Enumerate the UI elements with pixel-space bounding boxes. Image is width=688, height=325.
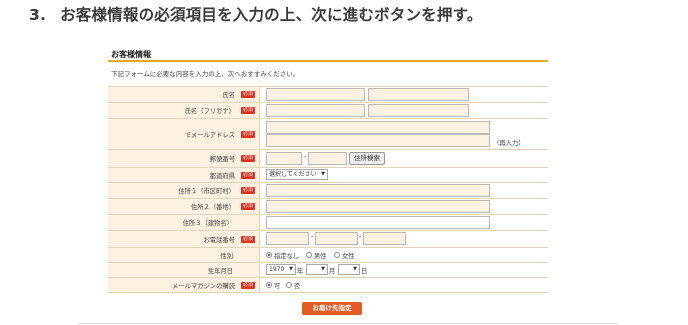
label-kana: 氏名（フリガナ） bbox=[184, 108, 235, 115]
form-table: 氏名 必須 氏名（フリガナ） 必須 Eメールアドレス 必須 （再入力） 郵便番号… bbox=[108, 86, 548, 293]
section-divider bbox=[108, 60, 548, 62]
row-address3: 住所３（建物名） bbox=[108, 215, 548, 231]
section-title: お客様情報 bbox=[111, 50, 151, 59]
zip-second-input[interactable] bbox=[308, 152, 347, 165]
phone-separator-2: - bbox=[359, 233, 362, 241]
newsletter-yes-radio[interactable] bbox=[266, 282, 272, 288]
prefecture-select[interactable]: 選択してください ▼ bbox=[266, 169, 328, 180]
gender-female-radio[interactable] bbox=[334, 252, 340, 258]
email-input[interactable] bbox=[266, 121, 490, 134]
required-badge: 必須 bbox=[240, 155, 255, 162]
gender-male-radio[interactable] bbox=[306, 252, 312, 258]
row-email: Eメールアドレス 必須 （再入力） bbox=[108, 119, 548, 150]
label-address1: 住所１（市区町村） bbox=[178, 188, 235, 195]
newsletter-no-radio[interactable] bbox=[286, 282, 292, 288]
zip-first-input[interactable] bbox=[266, 152, 302, 165]
customer-info-form: お客様情報 下記フォームに必要な内容を入力の上、次へおすすみください。 氏名 必須… bbox=[108, 42, 548, 324]
label-birthday: 生年月日 bbox=[207, 267, 233, 275]
chevron-down-icon: ▼ bbox=[321, 266, 325, 272]
row-gender: 性別 指定なし 男性 女性 bbox=[108, 248, 548, 263]
label-gender: 性別 bbox=[220, 252, 233, 260]
day-unit: 日 bbox=[361, 268, 368, 275]
row-kana: 氏名（フリガナ） 必須 bbox=[108, 103, 548, 119]
chevron-down-icon: ▼ bbox=[321, 171, 325, 177]
phone-third-input[interactable] bbox=[363, 232, 406, 245]
label-address2: 住所２（番地） bbox=[190, 204, 235, 211]
row-phone: お電話番号 必須 - - bbox=[108, 231, 548, 248]
row-zip: 郵便番号 必須 - 住所検索 bbox=[108, 150, 548, 168]
phone-separator-1: - bbox=[311, 233, 314, 241]
row-prefecture: 都道府県 必須 選択してください ▼ bbox=[108, 168, 548, 183]
step-text: お客様情報の必須項目を入力の上、次に進むボタンを押す。 bbox=[60, 6, 483, 24]
form-intro: 下記フォームに必要な内容を入力の上、次へおすすみください。 bbox=[111, 70, 300, 78]
required-badge: 必須 bbox=[240, 187, 255, 194]
address1-input[interactable] bbox=[266, 184, 490, 197]
chevron-down-icon: ▼ bbox=[353, 266, 357, 272]
required-badge: 必須 bbox=[240, 91, 255, 98]
required-badge: 必須 bbox=[240, 130, 255, 138]
email-confirm-note: （再入力） bbox=[493, 140, 525, 147]
required-badge: 必須 bbox=[240, 171, 255, 179]
row-name: 氏名 必須 bbox=[108, 87, 548, 103]
required-badge: 必須 bbox=[240, 281, 255, 289]
label-address3: 住所３（建物名） bbox=[182, 220, 233, 227]
label-prefecture: 都道府県 bbox=[209, 172, 235, 180]
row-address2: 住所２（番地） 必須 bbox=[108, 199, 548, 215]
label-phone: お電話番号 bbox=[203, 236, 235, 244]
month-unit: 月 bbox=[329, 268, 336, 275]
required-badge: 必須 bbox=[240, 107, 255, 114]
chevron-down-icon: ▼ bbox=[289, 266, 293, 272]
birth-year-select[interactable]: 1970 ▼ bbox=[266, 264, 296, 275]
phone-first-input[interactable] bbox=[266, 232, 309, 245]
required-badge: 必須 bbox=[240, 235, 255, 243]
first-name-input[interactable] bbox=[368, 88, 469, 101]
row-birthday: 生年月日 1970 ▼ 年 ▼ 月 ▼ 日 bbox=[108, 263, 548, 278]
label-email: Eメールアドレス bbox=[186, 131, 235, 139]
phone-second-input[interactable] bbox=[315, 232, 358, 245]
row-newsletter: メールマガジンの購読 必須 可 否 bbox=[108, 278, 548, 293]
address2-input[interactable] bbox=[266, 200, 490, 213]
year-unit: 年 bbox=[297, 268, 304, 275]
required-badge: 必須 bbox=[240, 203, 255, 210]
address3-input[interactable] bbox=[266, 216, 490, 229]
newsletter-option-label: 否 bbox=[294, 283, 301, 290]
bottom-divider bbox=[78, 323, 618, 324]
gender-unspecified-radio[interactable] bbox=[266, 252, 272, 258]
row-address1: 住所１（市区町村） 必須 bbox=[108, 183, 548, 199]
last-name-kana-input[interactable] bbox=[266, 104, 365, 117]
gender-option-label: 男性 bbox=[314, 253, 327, 260]
gender-option-label: 指定なし bbox=[274, 253, 300, 260]
birth-day-select[interactable]: ▼ bbox=[338, 264, 360, 275]
email-confirm-input[interactable] bbox=[266, 134, 490, 147]
label-name: 氏名 bbox=[222, 92, 235, 99]
label-zip: 郵便番号 bbox=[209, 156, 235, 163]
first-name-kana-input[interactable] bbox=[368, 104, 469, 117]
zip-search-button[interactable]: 住所検索 bbox=[349, 152, 385, 165]
step-number: 3. bbox=[29, 6, 47, 24]
gender-option-label: 女性 bbox=[342, 253, 355, 260]
page-heading: 3. お客様情報の必須項目を入力の上、次に進むボタンを押す。 bbox=[29, 3, 482, 25]
last-name-input[interactable] bbox=[266, 88, 365, 101]
label-newsletter: メールマガジンの購読 bbox=[172, 282, 235, 290]
zip-separator: - bbox=[304, 153, 307, 161]
delivery-address-button[interactable]: お届け先指定 bbox=[302, 302, 362, 315]
newsletter-option-label: 可 bbox=[274, 283, 281, 290]
birth-month-select[interactable]: ▼ bbox=[306, 264, 328, 275]
